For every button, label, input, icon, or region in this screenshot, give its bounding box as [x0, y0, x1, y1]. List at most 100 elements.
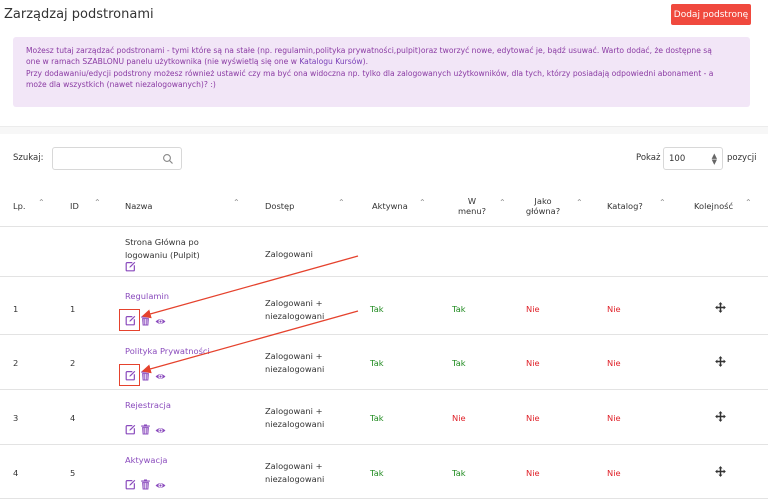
sort-icon[interactable]: ⌃: [233, 198, 240, 207]
search-input[interactable]: [52, 147, 182, 170]
page-size-select[interactable]: 100 ▲ ▼: [663, 147, 723, 170]
row-name-link[interactable]: Regulamin: [125, 291, 169, 301]
row-active: Tak: [370, 468, 384, 478]
search-label: Szukaj:: [13, 153, 44, 163]
row-name-link[interactable]: Rejestracja: [125, 400, 171, 410]
eye-icon[interactable]: [155, 425, 166, 436]
header-line: główna?: [525, 206, 561, 216]
column-header-order[interactable]: Kolejność: [694, 191, 733, 221]
info-line: Przy dodawaniu/edycji podstrony możesz r…: [26, 68, 714, 78]
course-catalog-link[interactable]: Katalogu Kursów: [299, 57, 362, 66]
row-divider: [0, 498, 768, 499]
sort-icon[interactable]: ⌃: [659, 198, 666, 207]
row-name-link[interactable]: Aktywacja: [125, 455, 167, 465]
sort-asc-icon[interactable]: ⌃: [38, 198, 45, 207]
move-icon[interactable]: [715, 302, 726, 313]
header-line: W: [467, 196, 477, 206]
header-label: ID: [70, 201, 79, 211]
add-subpage-button[interactable]: Dodaj podstronę: [671, 4, 751, 25]
move-icon[interactable]: [715, 411, 726, 422]
eye-icon[interactable]: [155, 316, 166, 327]
edit-icon[interactable]: [125, 479, 136, 490]
row-catalog: Nie: [607, 304, 621, 314]
access-line: Zalogowani +: [265, 406, 323, 416]
column-header-access[interactable]: Dostęp: [265, 191, 294, 221]
sort-icon[interactable]: ⌃: [94, 198, 101, 207]
info-line: może dla wszystkich (nawet niezalogowany…: [26, 79, 216, 89]
page-size-value: 100: [669, 154, 686, 164]
page-size-unit: pozycji: [727, 153, 757, 163]
access-line: niezalogowani: [265, 364, 325, 374]
row-access: Zalogowani + niezalogowani: [265, 350, 324, 376]
row-menu: Tak: [452, 304, 466, 314]
section-divider: [0, 126, 768, 134]
move-icon[interactable]: [715, 466, 726, 477]
header-line: Jako: [534, 196, 552, 206]
page-size-label: Pokaż: [636, 153, 661, 163]
column-header-active[interactable]: Aktywna: [372, 191, 408, 221]
row-active: Tak: [370, 304, 384, 314]
name-line: logowaniu (Pulpit): [125, 250, 200, 260]
column-header-menu[interactable]: Wmenu?: [452, 191, 492, 221]
info-box: Możesz tutaj zarządzać podstronami - tym…: [13, 37, 750, 107]
header-label: Wmenu?: [458, 196, 486, 216]
header-label: Katalog?: [607, 201, 643, 211]
annotation-arrow: [141, 255, 359, 319]
row-divider: [0, 444, 768, 445]
edit-icon[interactable]: [125, 261, 136, 272]
row-access: Zalogowani + niezalogowani: [265, 297, 324, 323]
header-label: Aktywna: [372, 201, 408, 211]
page-title: Zarządzaj podstronami: [4, 7, 154, 22]
header-label: Kolejność: [694, 201, 734, 211]
column-header-id[interactable]: ID: [70, 191, 79, 221]
row-id: 4: [70, 413, 76, 423]
search-icon: [163, 154, 173, 164]
row-access: Zalogowani + niezalogowani: [265, 405, 324, 431]
column-header-main[interactable]: Jako główna?: [523, 191, 563, 221]
annotation-arrow: [141, 310, 359, 374]
row-divider: [0, 276, 768, 277]
row-catalog: Nie: [607, 358, 621, 368]
row-main: Nie: [526, 358, 540, 368]
sort-icon[interactable]: ⌃: [338, 198, 345, 207]
row-name-link[interactable]: Polityka Prywatności: [125, 346, 210, 356]
trash-icon[interactable]: [140, 479, 151, 490]
row-active: Tak: [370, 413, 384, 423]
row-main: Nie: [526, 468, 540, 478]
trash-icon[interactable]: [140, 424, 151, 435]
header-label: Dostęp: [265, 201, 295, 211]
row-lp: 3: [13, 413, 19, 423]
page-header: Zarządzaj podstronami Dodaj podstronę Mo…: [0, 0, 768, 133]
move-icon[interactable]: [715, 356, 726, 367]
row-menu: Tak: [452, 468, 466, 478]
access-line: niezalogowani: [265, 419, 325, 429]
row-divider: [0, 389, 768, 390]
column-header-lp[interactable]: Lp.: [13, 191, 26, 221]
info-text: one w ramach SZABLONU panelu użytkownika…: [26, 57, 300, 67]
header-label: Lp.: [13, 201, 26, 211]
info-text: ).: [362, 57, 369, 67]
sort-icon[interactable]: ⌃: [576, 198, 583, 207]
info-line: one w ramach SZABLONU panelu użytkownika…: [26, 56, 737, 67]
header-label: Jako główna?: [526, 196, 560, 216]
sort-icon[interactable]: ⌃: [499, 198, 506, 207]
annotation-highlight-box: [119, 309, 140, 331]
trash-icon[interactable]: [140, 315, 151, 326]
eye-icon[interactable]: [155, 371, 166, 382]
eye-icon[interactable]: [155, 480, 166, 491]
row-active: Tak: [370, 358, 384, 368]
table-header-divider: [0, 226, 768, 227]
column-header-name[interactable]: Nazwa: [125, 191, 153, 221]
sort-icon[interactable]: ⌃: [419, 198, 426, 207]
edit-icon[interactable]: [125, 424, 136, 435]
row-lp: 2: [13, 358, 19, 368]
sort-icon[interactable]: ⌃: [745, 198, 752, 207]
trash-icon[interactable]: [140, 370, 151, 381]
header-label: Nazwa: [125, 201, 153, 211]
row-lp: 1: [13, 304, 19, 314]
row-access: Zalogowani + niezalogowani: [265, 460, 324, 486]
row-catalog: Nie: [607, 468, 621, 478]
row-main: Nie: [526, 304, 540, 314]
column-header-catalog[interactable]: Katalog?: [607, 191, 643, 221]
row-divider: [0, 334, 768, 335]
